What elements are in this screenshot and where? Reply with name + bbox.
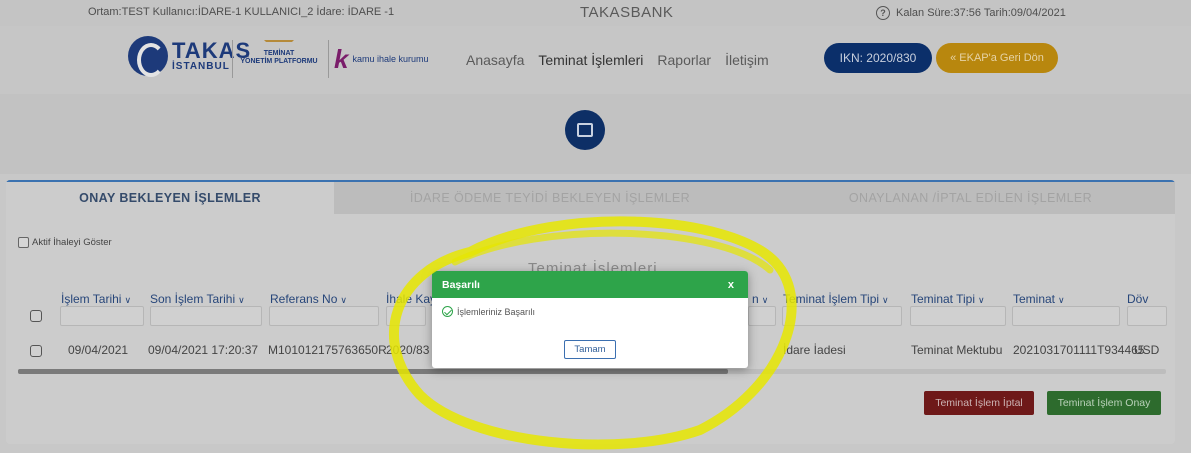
kik-letter: k [334, 44, 349, 74]
cancel-transaction-button[interactable]: Teminat İşlem İptal [924, 391, 1034, 415]
help-icon[interactable]: ? [876, 6, 890, 20]
session-info: ? Kalan Süre:37:56 Tarih:09/04/2021 [876, 6, 1066, 20]
transactions-icon [565, 110, 605, 150]
ekap-back-button[interactable]: « EKAP'a Geri Dön [936, 43, 1058, 73]
row-checkbox[interactable] [30, 345, 42, 357]
filter-hidden[interactable] [748, 306, 776, 326]
takas-logo-icon [128, 36, 168, 77]
select-all-checkbox[interactable] [30, 310, 42, 322]
environment-info: Ortam:TEST Kullanıcı:İDARE-1 KULLANICI_2… [88, 6, 395, 18]
cell-referans-no: M101012175763650R [268, 343, 387, 357]
col-islem-tarihi[interactable]: İşlem Tarihi ∨ [61, 292, 131, 306]
nav-home[interactable]: Anasayfa [466, 52, 524, 68]
horizontal-scrollbar[interactable] [18, 369, 728, 374]
ok-button[interactable]: Tamam [564, 340, 616, 359]
logo-divider [232, 40, 233, 78]
cell-islem-tarihi: 09/04/2021 [68, 343, 129, 357]
filter-ihale-kayit[interactable] [386, 306, 426, 326]
dialog-header: Başarılı x [432, 271, 748, 298]
logo-teminat-line2: YÖNETİM PLATFORMU [240, 58, 318, 66]
top-status-bar: Ortam:TEST Kullanıcı:İDARE-1 KULLANICI_2… [0, 0, 1191, 26]
nav-teminat-islemleri[interactable]: Teminat İşlemleri [538, 52, 643, 68]
navbar: TAKAS İSTANBUL TEMİNAT YÖNETİM PLATFORMU… [0, 26, 1191, 94]
check-circle-icon [442, 306, 453, 317]
aktif-checkbox[interactable] [18, 237, 29, 248]
cell-teminat: 2021031701111T934465 [1013, 343, 1145, 357]
aktif-label: Aktif İhaleyi Göster [32, 237, 112, 248]
logo-divider [328, 40, 329, 78]
cell-teminat-islem-tipi: İdare İadesi [783, 343, 846, 357]
cell-son-islem-tarihi: 09/04/2021 17:20:37 [148, 343, 259, 357]
col-teminat[interactable]: Teminat ∨ [1013, 292, 1065, 306]
col-teminat-islem-tipi[interactable]: Teminat İşlem Tipi ∨ [783, 292, 889, 306]
kik-text: kamu ihale kurumu [352, 54, 429, 64]
dialog-title: Başarılı [442, 278, 480, 291]
brand-title: TAKASBANK [580, 4, 674, 21]
success-dialog: Başarılı x İşlemleriniz Başarılı Tamam [432, 271, 748, 368]
ikn-badge[interactable]: IKN: 2020/830 [824, 43, 932, 73]
teminat-platform-logo: TEMİNAT YÖNETİM PLATFORMU [236, 40, 322, 67]
tab-bar: ONAY BEKLEYEN İŞLEMLER İDARE ÖDEME TEYİD… [6, 182, 1175, 214]
filter-doviz[interactable] [1127, 306, 1167, 326]
cell-doviz: USD [1134, 343, 1160, 357]
filter-teminat-islem-tipi[interactable] [782, 306, 902, 326]
cell-ihale-kayit: 2020/83 [386, 343, 430, 357]
col-teminat-tipi[interactable]: Teminat Tipi ∨ [911, 292, 985, 306]
col-referans-no[interactable]: Referans No ∨ [270, 292, 347, 306]
tab-payment-confirmation[interactable]: İDARE ÖDEME TEYİDİ BEKLEYEN İŞLEMLER [334, 182, 766, 214]
roof-icon [264, 40, 294, 48]
approve-transaction-button[interactable]: Teminat İşlem Onay [1047, 391, 1161, 415]
tab-approved-cancelled[interactable]: ONAYLANAN /İPTAL EDİLEN İŞLEMLER [766, 182, 1175, 214]
filter-teminat[interactable] [1012, 306, 1120, 326]
main-nav: Anasayfa Teminat İşlemleri Raporlar İlet… [466, 52, 769, 68]
filter-son-islem-tarihi[interactable] [150, 306, 262, 326]
close-icon[interactable]: x [728, 279, 734, 291]
col-son-islem-tarihi[interactable]: Son İşlem Tarihi ∨ [150, 292, 245, 306]
kik-logo: k kamu ihale kurumu [334, 46, 429, 72]
nav-raporlar[interactable]: Raporlar [657, 52, 711, 68]
tab-pending-approval[interactable]: ONAY BEKLEYEN İŞLEMLER [6, 182, 334, 214]
dialog-body: İşlemleriniz Başarılı [432, 298, 748, 325]
filter-islem-tarihi[interactable] [60, 306, 144, 326]
filter-teminat-tipi[interactable] [910, 306, 1006, 326]
nav-iletisim[interactable]: İletişim [725, 52, 769, 68]
filter-referans-no[interactable] [269, 306, 379, 326]
col-doviz[interactable]: Döv [1127, 292, 1148, 306]
dialog-message: İşlemleriniz Başarılı [457, 306, 536, 317]
session-timer: Kalan Süre:37:56 Tarih:09/04/2021 [896, 7, 1066, 19]
cell-teminat-tipi: Teminat Mektubu [911, 343, 1003, 357]
aktif-ihale-toggle[interactable]: Aktif İhaleyi Göster [18, 237, 112, 248]
col-hidden[interactable]: n ∨ [752, 292, 768, 306]
